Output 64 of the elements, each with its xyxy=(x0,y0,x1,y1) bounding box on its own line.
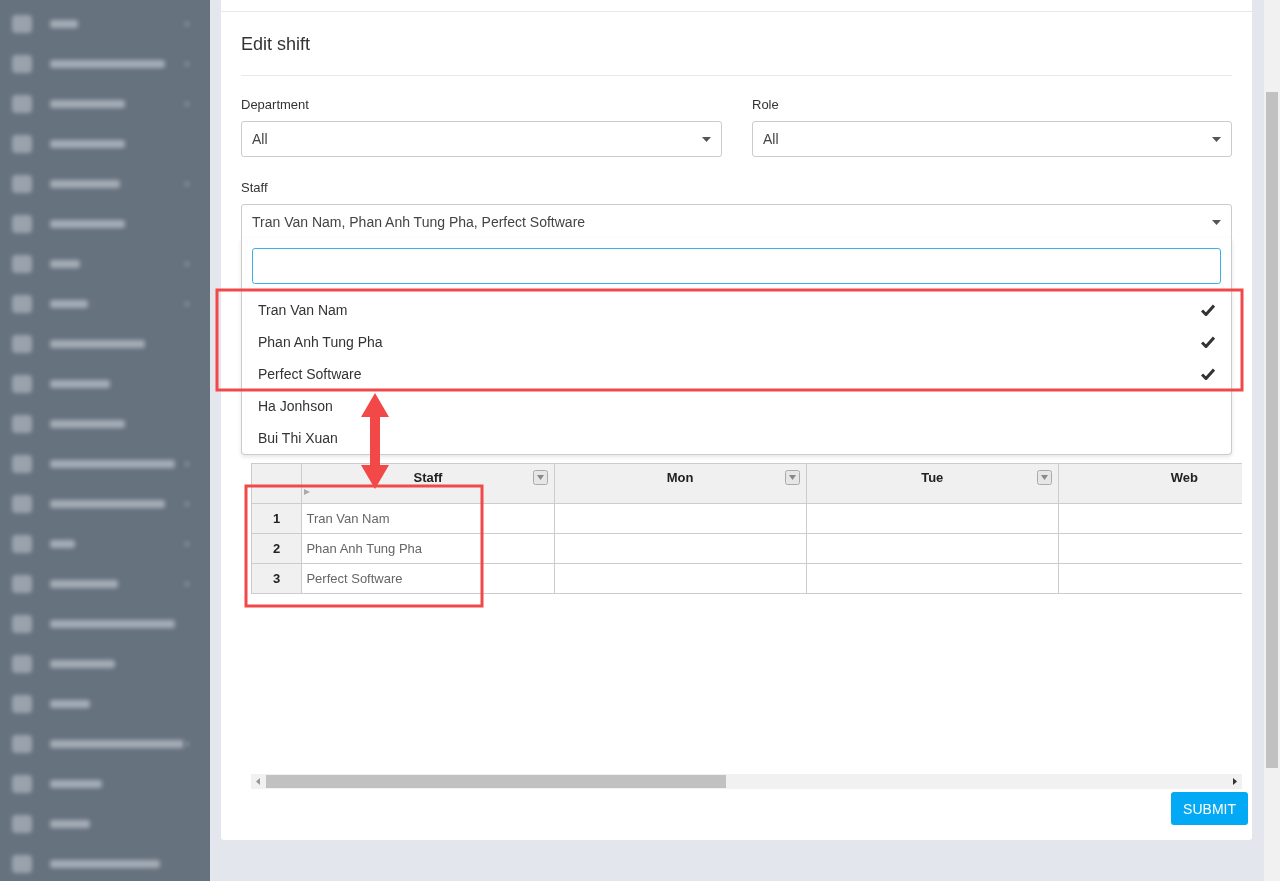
dropdown-option[interactable]: Tran Van Nam xyxy=(242,294,1231,326)
blurred-icon xyxy=(12,375,32,393)
filter-icon[interactable] xyxy=(1036,470,1052,485)
blurred-icon xyxy=(12,55,32,73)
select-field[interactable]: All xyxy=(752,121,1232,157)
blurred-label xyxy=(50,380,110,388)
blurred-label xyxy=(50,180,120,188)
column-header[interactable]: Tue xyxy=(806,463,1059,504)
caret-icon xyxy=(702,136,711,142)
table-cell: Tran Van Nam xyxy=(301,503,555,534)
row-number: 1 xyxy=(251,503,302,534)
blurred-icon xyxy=(12,455,32,473)
field-label: Staff xyxy=(241,180,269,195)
blurred-icon xyxy=(12,175,32,193)
dropdown-option[interactable]: Perfect Software xyxy=(242,358,1231,390)
search-field[interactable] xyxy=(252,248,1221,284)
blurred-label xyxy=(50,20,78,28)
blurred-icon xyxy=(12,655,32,673)
blurred-label xyxy=(50,580,118,588)
column-header[interactable]: Mon xyxy=(554,463,807,504)
table-cell: Phan Anh Tung Pha xyxy=(301,533,555,564)
select-field[interactable]: Tran Van Nam, Phan Anh Tung Pha, Perfect Software xyxy=(241,204,1232,240)
blurred-label xyxy=(50,260,80,268)
blurred-icon xyxy=(12,95,32,113)
blurred-icon xyxy=(12,335,32,353)
blurred-icon xyxy=(12,135,32,153)
blurred-icon xyxy=(12,615,32,633)
blurred-icon xyxy=(12,775,32,793)
select-field[interactable]: All xyxy=(241,121,722,157)
row-number: 3 xyxy=(251,563,302,594)
caret-icon xyxy=(1212,136,1221,142)
table-cell: Perfect Software xyxy=(301,563,555,594)
blurred-icon xyxy=(12,695,32,713)
horizontal-scrollbar[interactable] xyxy=(251,774,1242,789)
blurred-icon xyxy=(12,735,32,753)
blurred-label xyxy=(50,820,90,828)
filter-icon[interactable] xyxy=(784,470,800,485)
blurred-icon xyxy=(12,295,32,313)
row-number: 2 xyxy=(251,533,302,564)
blurred-icon xyxy=(12,535,32,553)
triangle-icon xyxy=(304,489,311,495)
form-title: Edit shift xyxy=(241,12,1232,76)
blurred-label xyxy=(50,660,115,668)
blurred-icon xyxy=(12,855,32,873)
blurred-label xyxy=(50,780,102,788)
caret-icon xyxy=(1212,219,1221,225)
dropdown-option[interactable]: Bui Thi Xuan xyxy=(242,422,1231,454)
column-header[interactable]: Web xyxy=(1058,463,1242,504)
dropdown-option[interactable]: Ha Jonhson xyxy=(242,390,1231,422)
blurred-label xyxy=(50,300,88,308)
field-label: Department xyxy=(241,97,310,112)
blurred-icon xyxy=(12,255,32,273)
blurred-icon xyxy=(12,495,32,513)
blurred-icon xyxy=(12,815,32,833)
filter-icon[interactable] xyxy=(532,470,548,485)
blurred-icon xyxy=(12,215,32,233)
blurred-icon xyxy=(12,415,32,433)
vertical-scrollbar[interactable] xyxy=(1264,0,1280,881)
blurred-label xyxy=(50,700,90,708)
blurred-icon xyxy=(12,15,32,33)
blurred-label xyxy=(50,540,75,548)
field-label: Role xyxy=(752,97,780,112)
blurred-icon xyxy=(12,575,32,593)
dropdown-option[interactable]: Phan Anh Tung Pha xyxy=(242,326,1231,358)
